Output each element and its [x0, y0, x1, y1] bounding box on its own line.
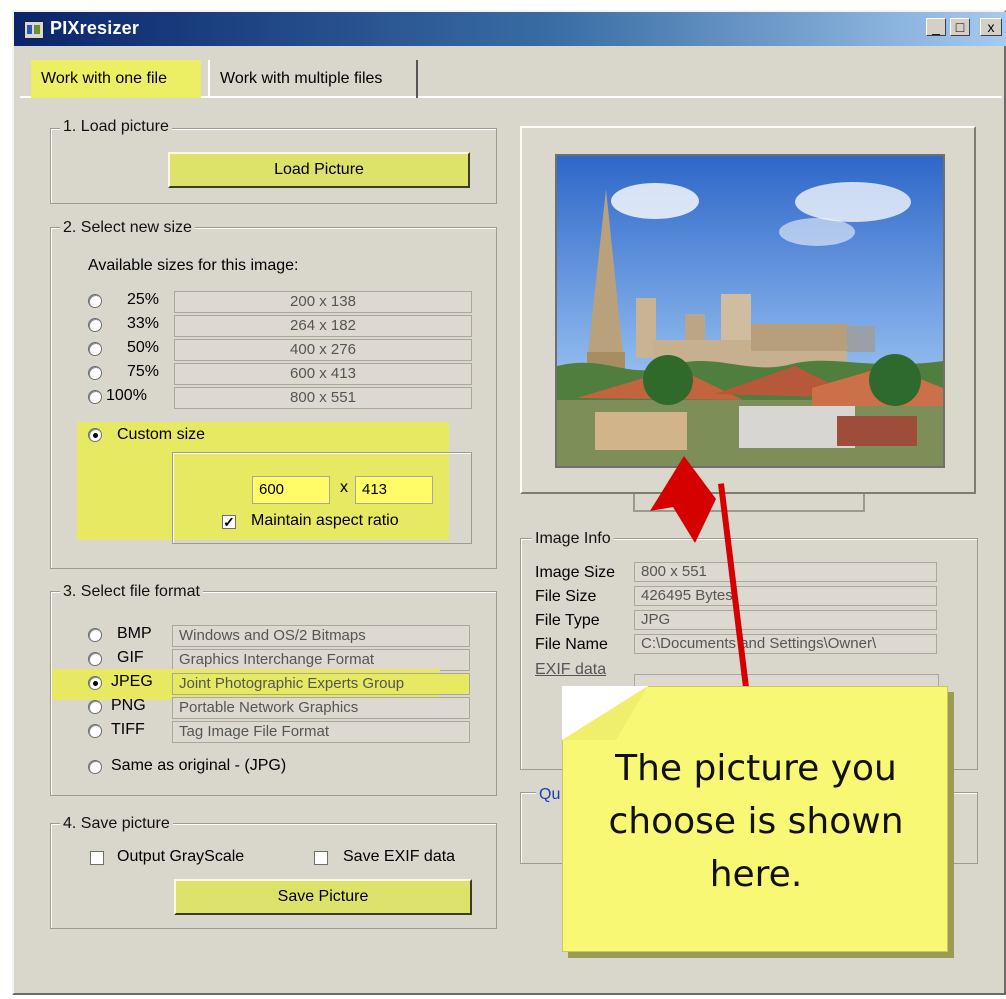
size-percent-100: 100%: [106, 387, 147, 404]
quality-title: Qu: [536, 786, 564, 804]
image-size-label: Image Size: [535, 564, 616, 581]
file-name-label: File Name: [535, 636, 608, 653]
maintain-aspect-checkbox[interactable]: ✓: [222, 515, 236, 529]
title-bar[interactable]: [14, 12, 1006, 46]
size-percent-25: 25%: [127, 291, 160, 308]
grayscale-label: Output GrayScale: [117, 848, 245, 865]
window-title: PIXresizer: [50, 18, 140, 38]
load-picture-title: 1. Load picture: [60, 118, 172, 136]
size-percent-50: 50%: [127, 339, 160, 356]
file-type-label: File Type: [535, 612, 600, 629]
format-radio-gif[interactable]: [88, 652, 102, 666]
callout-note-fold: [562, 686, 648, 740]
grayscale-checkbox[interactable]: [90, 851, 104, 865]
size-radio-100[interactable]: [88, 390, 102, 404]
callout-arrow-head: [650, 456, 716, 543]
custom-size-radio[interactable]: [88, 428, 102, 442]
format-desc-png: Portable Network Graphics: [172, 697, 470, 719]
size-value-75: 600 x 413: [174, 363, 472, 385]
file-size-label: File Size: [535, 588, 597, 605]
tab-label: Work with one file: [41, 70, 167, 87]
size-value-50: 400 x 276: [174, 339, 472, 361]
format-radio-same-as-original[interactable]: [88, 760, 102, 774]
maintain-aspect-label: Maintain aspect ratio: [251, 512, 399, 529]
size-radio-75[interactable]: [88, 366, 102, 380]
minimize-button[interactable]: _: [926, 18, 946, 36]
save-exif-label: Save EXIF data: [343, 848, 456, 865]
file-size-value: 426495 Bytes: [634, 586, 937, 606]
size-multiply-sign: x: [340, 479, 348, 496]
file-name-value: C:\Documents and Settings\Owner\: [634, 634, 937, 654]
size-percent-75: 75%: [127, 363, 160, 380]
format-desc-jpeg: Joint Photographic Experts Group: [172, 673, 470, 695]
tab-work-with-multiple-files[interactable]: Work with multiple files: [208, 60, 418, 98]
preview-image: [555, 154, 945, 468]
save-picture-button[interactable]: Save Picture: [174, 879, 472, 915]
format-name-gif: GIF: [117, 649, 144, 666]
custom-height-input[interactable]: 413: [355, 476, 433, 504]
exif-data-link[interactable]: EXIF data: [535, 661, 606, 679]
format-name-png: PNG: [111, 697, 146, 714]
note-fold-shape: [562, 686, 648, 740]
format-radio-bmp[interactable]: [88, 628, 102, 642]
load-picture-button[interactable]: Load Picture: [168, 152, 470, 188]
format-radio-tiff[interactable]: [88, 724, 102, 738]
file-format-title: 3. Select file format: [60, 583, 203, 601]
custom-size-label: Custom size: [117, 426, 206, 443]
format-name-tiff: TIFF: [111, 721, 145, 738]
format-desc-tiff: Tag Image File Format: [172, 721, 470, 743]
tab-label: Work with multiple files: [220, 70, 383, 87]
image-size-value: 800 x 551: [634, 562, 937, 582]
save-exif-checkbox[interactable]: [314, 851, 328, 865]
format-desc-gif: Graphics Interchange Format: [172, 649, 470, 671]
close-button[interactable]: x: [980, 18, 1002, 36]
size-radio-25[interactable]: [88, 294, 102, 308]
select-size-title: 2. Select new size: [60, 219, 195, 237]
size-radio-33[interactable]: [88, 318, 102, 332]
callout-text: The picture you choose is shown here.: [608, 748, 904, 895]
size-radio-50[interactable]: [88, 342, 102, 356]
size-value-100: 800 x 551: [174, 387, 472, 409]
format-name-bmp: BMP: [117, 625, 152, 642]
app-icon: [24, 21, 44, 39]
format-desc-bmp: Windows and OS/2 Bitmaps: [172, 625, 470, 647]
size-value-25: 200 x 138: [174, 291, 472, 313]
format-radio-jpeg[interactable]: [88, 676, 102, 690]
size-value-33: 264 x 182: [174, 315, 472, 337]
file-type-value: JPG: [634, 610, 937, 630]
same-as-original-label: Same as original - (JPG): [111, 757, 287, 774]
preview-photo: [557, 156, 943, 466]
custom-width-input[interactable]: 600: [252, 476, 330, 504]
format-name-jpeg: JPEG: [111, 673, 153, 690]
format-radio-png[interactable]: [88, 700, 102, 714]
tab-work-with-one-file[interactable]: Work with one file: [31, 60, 201, 98]
size-percent-33: 33%: [127, 315, 160, 332]
image-info-title: Image Info: [532, 530, 614, 548]
maximize-button[interactable]: □: [950, 18, 970, 36]
available-sizes-label: Available sizes for this image:: [88, 257, 299, 274]
save-picture-title: 4. Save picture: [60, 815, 173, 833]
